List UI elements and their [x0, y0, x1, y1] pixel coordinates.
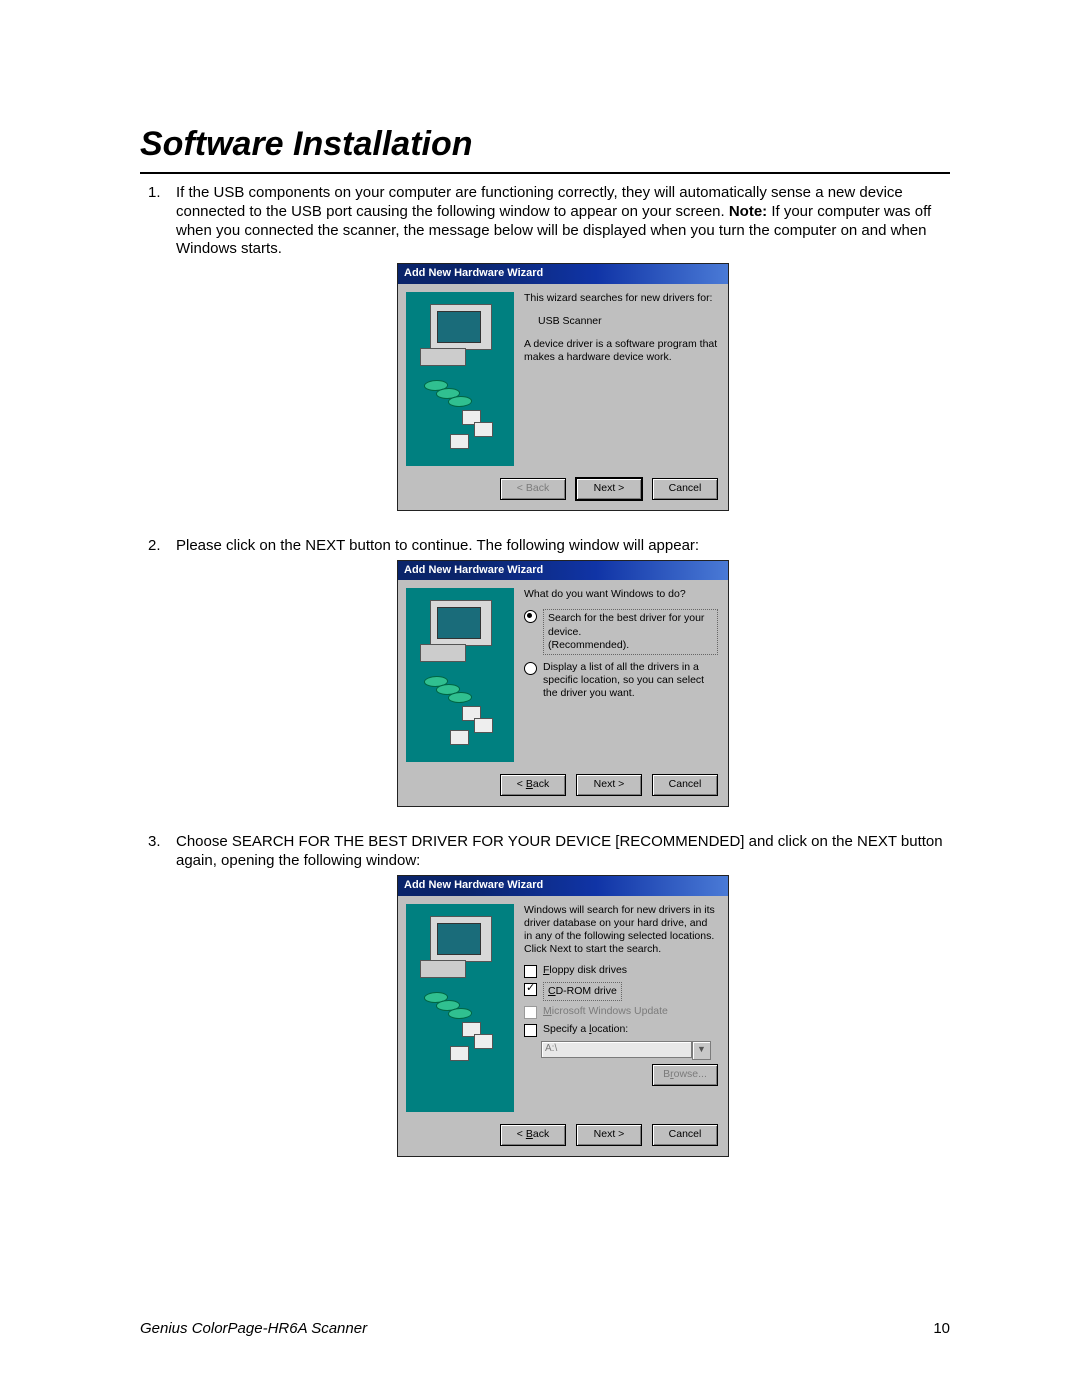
radio-display-list[interactable]: Display a list of all the drivers in a s…: [524, 661, 718, 700]
radio-dot-icon: [524, 610, 537, 623]
item1-text: If the USB components on your computer a…: [176, 184, 931, 257]
radio-dot-icon: [524, 662, 537, 675]
checkbox-icon: [524, 1024, 537, 1037]
radio2-label: Display a list of all the drivers in a s…: [543, 661, 718, 700]
wizard-clipart: [406, 904, 514, 1112]
browse-button[interactable]: Browse...: [652, 1064, 718, 1086]
location-field[interactable]: A:\: [541, 1041, 692, 1058]
list-number: 3.: [148, 833, 161, 852]
wizard3-content: Windows will search for new drivers in i…: [522, 896, 728, 1118]
wizard-clipart: [406, 588, 514, 762]
next-button[interactable]: Next >: [576, 478, 642, 500]
wizard3-intro: Windows will search for new drivers in i…: [524, 904, 718, 957]
wizard2-content: What do you want Windows to do? Search f…: [522, 580, 728, 768]
wizard-dialog-2: Add New Hardware Wizard What do you want…: [397, 560, 729, 808]
next-button[interactable]: Next >: [576, 774, 642, 796]
wizard-titlebar: Add New Hardware Wizard: [398, 264, 728, 284]
document-page: Software Installation 1. If the USB comp…: [0, 0, 1080, 1397]
wizard-titlebar: Add New Hardware Wizard: [398, 876, 728, 896]
check-floppy[interactable]: Floppy disk drives: [524, 964, 718, 978]
wizard-dialog-3: Add New Hardware Wizard Windows will sea…: [397, 875, 729, 1157]
page-footer: Genius ColorPage-HR6A Scanner 10: [140, 1320, 950, 1337]
check-windows-update[interactable]: Microsoft Windows Update: [524, 1005, 718, 1019]
wizard1-button-row: < Back Next > Cancel: [398, 472, 728, 510]
item2-text: Please click on the NEXT button to conti…: [176, 537, 699, 554]
radio-search-best[interactable]: Search for the best driver for your devi…: [524, 609, 718, 654]
wizard-dialog-1: Add New Hardware Wizard This wizard sear…: [397, 263, 729, 511]
page-heading: Software Installation: [140, 125, 950, 164]
checkbox-icon: [524, 965, 537, 978]
cancel-button[interactable]: Cancel: [652, 1124, 718, 1146]
checkbox-icon: [524, 983, 537, 996]
check-cdrom[interactable]: CD-ROM drive: [524, 982, 718, 1001]
heading-rule: [140, 172, 950, 174]
checkbox-icon: [524, 1006, 537, 1019]
back-button[interactable]: < Back: [500, 774, 566, 796]
location-combo[interactable]: A:\ ▼: [541, 1041, 711, 1060]
cancel-button[interactable]: Cancel: [652, 478, 718, 500]
wizard2-button-row: < Back Next > Cancel: [398, 768, 728, 806]
list-item-3: 3. Choose SEARCH FOR THE BEST DRIVER FOR…: [140, 833, 950, 1156]
check-specify-location[interactable]: Specify a location:: [524, 1023, 718, 1037]
cancel-button[interactable]: Cancel: [652, 774, 718, 796]
footer-product: Genius ColorPage-HR6A Scanner: [140, 1320, 367, 1337]
wizard2-prompt: What do you want Windows to do?: [524, 588, 718, 601]
radio-label-frame: Search for the best driver for your devi…: [543, 609, 718, 654]
list-number: 2.: [148, 537, 161, 556]
wizard1-line2: A device driver is a software program th…: [524, 338, 718, 364]
back-button[interactable]: < Back: [500, 478, 566, 500]
item3-text: Choose SEARCH FOR THE BEST DRIVER FOR YO…: [176, 833, 943, 869]
instruction-list: 1. If the USB components on your compute…: [140, 184, 950, 1157]
back-button[interactable]: < Back: [500, 1124, 566, 1146]
wizard3-button-row: < Back Next > Cancel: [398, 1118, 728, 1156]
radio1-label-a: Search for the best driver for your devi…: [548, 612, 704, 637]
list-item-1: 1. If the USB components on your compute…: [140, 184, 950, 511]
item1-note-label: Note:: [729, 203, 767, 220]
chevron-down-icon[interactable]: ▼: [692, 1041, 711, 1060]
list-number: 1.: [148, 184, 161, 203]
wizard1-line1: This wizard searches for new drivers for…: [524, 292, 718, 305]
footer-page-number: 10: [933, 1320, 950, 1337]
wizard-titlebar: Add New Hardware Wizard: [398, 561, 728, 581]
next-button[interactable]: Next >: [576, 1124, 642, 1146]
list-item-2: 2. Please click on the NEXT button to co…: [140, 537, 950, 808]
wizard1-device: USB Scanner: [524, 305, 718, 338]
radio1-label-b: (Recommended).: [548, 639, 629, 651]
wizard-clipart: [406, 292, 514, 466]
wizard1-content: This wizard searches for new drivers for…: [522, 284, 728, 472]
